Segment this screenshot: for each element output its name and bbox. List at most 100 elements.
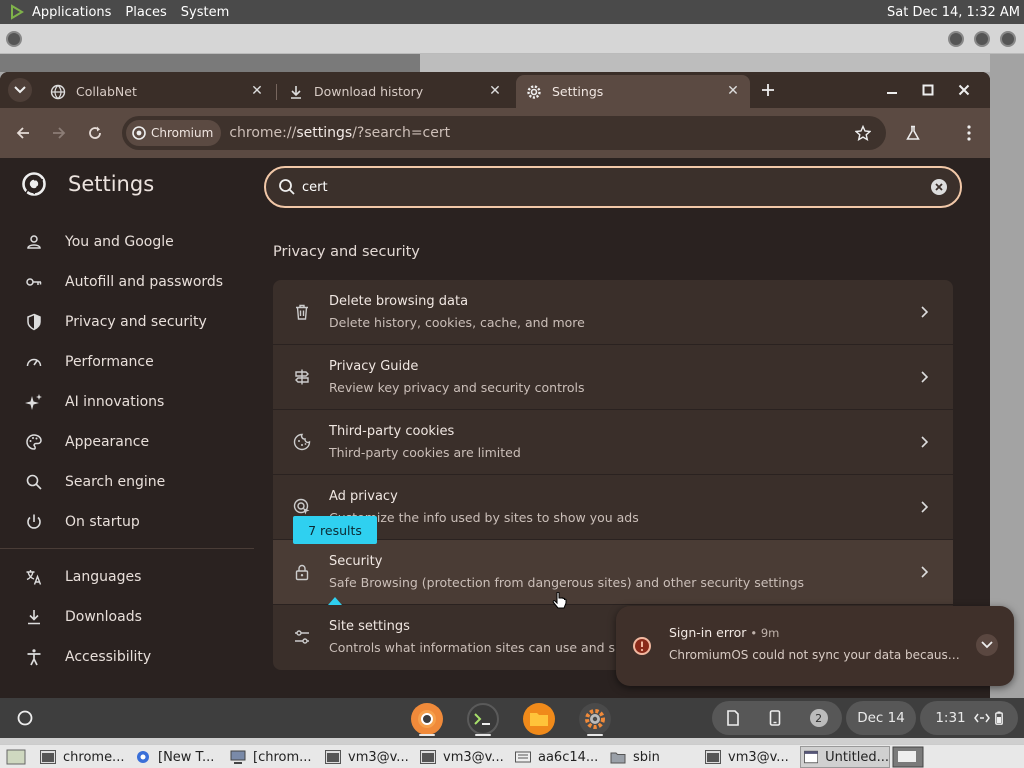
expand-notification-button[interactable] [976, 634, 998, 656]
close-tab-icon[interactable]: ✕ [488, 84, 502, 98]
terminal-window-icon [325, 750, 341, 764]
date-tray[interactable]: Dec 14 [846, 701, 916, 735]
sidebar-item-search-engine[interactable]: Search engine [0, 462, 254, 502]
shelf-app-chromium[interactable] [411, 703, 443, 735]
chevron-right-icon [921, 501, 929, 513]
menu-button[interactable] [957, 121, 981, 145]
panel-clock[interactable]: Sat Dec 14, 1:32 AM [887, 5, 1024, 20]
shield-icon [27, 313, 41, 331]
close-window-icon[interactable] [1000, 31, 1016, 47]
network-icon [973, 713, 990, 723]
clear-search-icon[interactable] [930, 178, 948, 196]
url-text: chrome://settings/?search=cert [229, 125, 451, 141]
menu-system[interactable]: System [181, 5, 229, 20]
sidebar-item-downloads[interactable]: Downloads [0, 597, 254, 637]
status-tray[interactable]: 1:31 [920, 701, 1018, 735]
terminal-window-icon [40, 750, 56, 764]
key-icon [26, 278, 42, 286]
taskbar-item[interactable]: chrome... [40, 746, 130, 768]
sidebar-item-privacy[interactable]: Privacy and security [0, 302, 254, 342]
results-count: 7 results [308, 522, 362, 538]
tab-separator [276, 84, 277, 100]
row-third-party-cookies[interactable]: Third-party cookies Third-party cookies … [273, 410, 953, 475]
mouse-pointer-icon [552, 592, 567, 609]
close-button[interactable] [952, 78, 976, 102]
minimize-button[interactable] [880, 78, 904, 102]
note-icon[interactable] [726, 710, 740, 726]
phone-hub-icon[interactable] [769, 710, 781, 726]
page-title: Settings [68, 172, 155, 196]
taskbar-item[interactable]: aa6c14... [515, 746, 607, 768]
new-tab-button[interactable] [756, 78, 780, 102]
sidebar-item-label: On startup [65, 514, 140, 530]
taskbar-item[interactable]: Untitled... [800, 746, 890, 768]
remote-desktop-icon [230, 750, 246, 764]
sidebar-item-appearance[interactable]: Appearance [0, 422, 254, 462]
row-delete-browsing-data[interactable]: Delete browsing data Delete history, coo… [273, 280, 953, 345]
sidebar-item-languages[interactable]: Languages [0, 557, 254, 597]
reload-button[interactable] [83, 121, 107, 145]
window-icon [804, 750, 819, 764]
show-desktop-icon[interactable] [6, 749, 26, 765]
bottom-taskbar: chrome... [New T... [chrom... vm3@v... v… [0, 744, 1024, 768]
taskbar-item[interactable]: vm3@v... [325, 746, 417, 768]
minimize-window-icon[interactable] [948, 31, 964, 47]
sidebar-item-on-startup[interactable]: On startup [0, 502, 254, 542]
settings-search-box[interactable] [264, 166, 962, 208]
tray-group: 2 [712, 701, 842, 735]
terminal-window-icon [705, 750, 721, 764]
tab-collabnet[interactable]: CollabNet ✕ [40, 75, 274, 108]
lock-icon [295, 564, 309, 581]
row-title: Privacy Guide [329, 359, 419, 374]
close-tab-icon[interactable]: ✕ [726, 84, 740, 98]
taskbar-item[interactable]: sbin [610, 746, 702, 768]
window-menu-icon[interactable] [6, 31, 22, 47]
bookmark-button[interactable] [851, 121, 875, 145]
labs-button[interactable] [901, 121, 925, 145]
tab-title: CollabNet [76, 84, 137, 99]
background-strip [0, 54, 420, 72]
running-indicator [419, 734, 435, 736]
workspace-switcher-icon[interactable] [892, 746, 924, 768]
background-strip [990, 54, 1024, 698]
forward-button[interactable] [47, 121, 71, 145]
shelf-app-terminal[interactable] [467, 703, 499, 735]
sidebar-item-ai-innovations[interactable]: AI innovations [0, 382, 254, 422]
site-info-chip[interactable]: Chromium [126, 120, 222, 146]
sidebar-item-performance[interactable]: Performance [0, 342, 254, 382]
maximize-window-icon[interactable] [974, 31, 990, 47]
launcher-icon[interactable] [17, 710, 33, 726]
tab-settings[interactable]: Settings ✕ [516, 75, 750, 108]
top-panel: Applications Places System Sat Dec 14, 1… [0, 0, 1024, 24]
back-button[interactable] [11, 121, 35, 145]
sidebar-item-you-and-google[interactable]: You and Google [0, 222, 254, 262]
sidebar-item-label: Performance [65, 354, 154, 370]
chromium-icon [418, 710, 436, 728]
address-bar[interactable]: Chromium chrome://settings/?search=cert [122, 116, 886, 150]
taskbar-item[interactable]: vm3@v... [705, 746, 797, 768]
settings-header: Settings [22, 172, 154, 196]
tab-search-button[interactable] [8, 78, 32, 102]
sidebar-divider [0, 548, 254, 549]
shelf-app-settings[interactable] [579, 703, 611, 735]
notification-count-badge[interactable]: 2 [809, 709, 828, 727]
close-tab-icon[interactable]: ✕ [250, 84, 264, 98]
maximize-button[interactable] [916, 78, 940, 102]
minimize-icon [887, 92, 897, 94]
row-security[interactable]: Security Safe Browsing (protection from … [273, 540, 953, 605]
menu-applications[interactable]: Applications [32, 5, 111, 20]
gnome-foot-icon[interactable] [6, 4, 26, 20]
taskbar-item[interactable]: vm3@v... [420, 746, 512, 768]
sidebar-item-accessibility[interactable]: Accessibility [0, 637, 254, 677]
row-privacy-guide[interactable]: Privacy Guide Review key privacy and sec… [273, 345, 953, 410]
chromium-logo-icon [132, 126, 146, 140]
sidebar-item-autofill[interactable]: Autofill and passwords [0, 262, 254, 302]
row-title: Ad privacy [329, 489, 398, 504]
shelf-app-files[interactable] [523, 703, 555, 735]
search-input[interactable] [302, 179, 902, 195]
taskbar-item[interactable]: [New T... [135, 746, 227, 768]
tab-download-history[interactable]: Download history ✕ [278, 75, 512, 108]
taskbar-item[interactable]: [chrom... [230, 746, 322, 768]
menu-places[interactable]: Places [125, 5, 166, 20]
notification-popup[interactable]: Sign-in error • 9m ChromiumOS could not … [616, 606, 1014, 686]
